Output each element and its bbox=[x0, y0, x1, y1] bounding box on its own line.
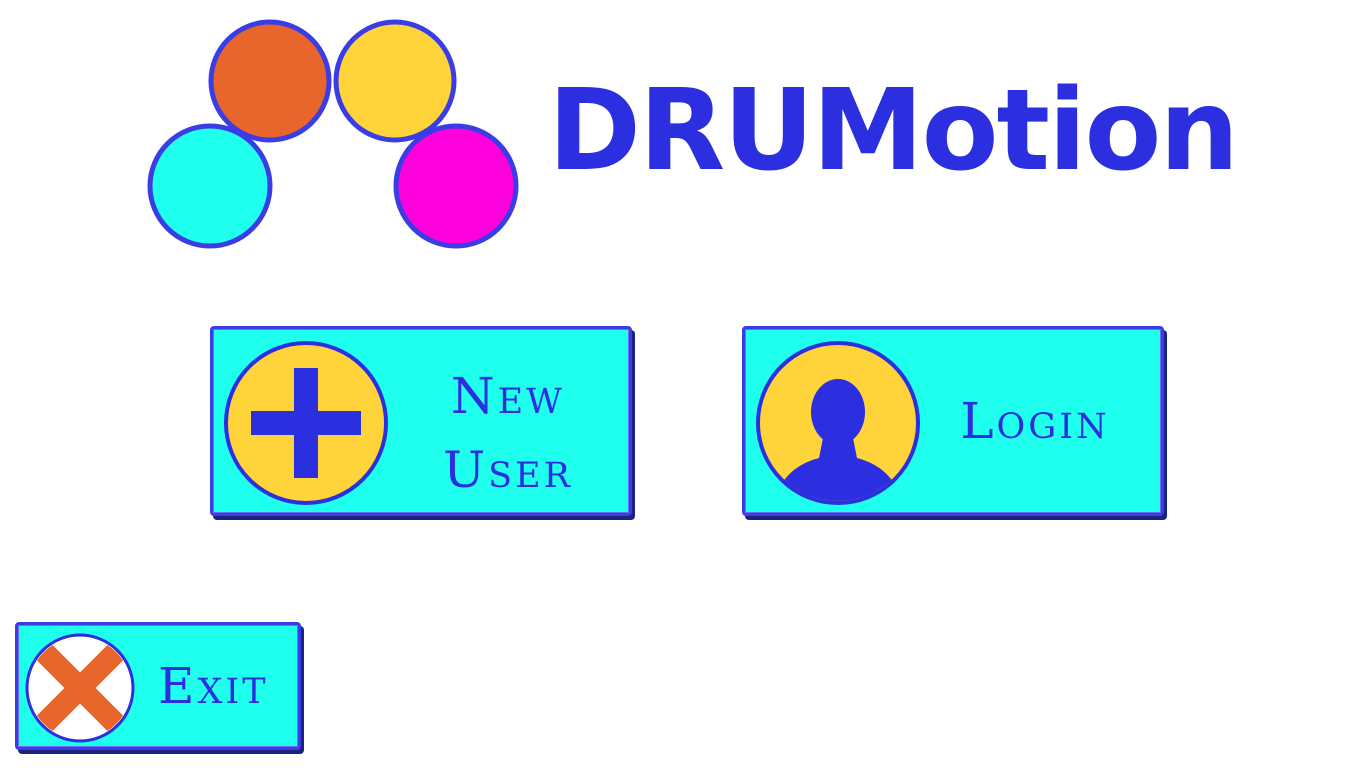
logo-icon bbox=[147, 19, 519, 249]
exit-button[interactable]: Exit bbox=[15, 622, 301, 750]
app-title: DRUMotion bbox=[548, 66, 1239, 196]
login-label: Login bbox=[960, 392, 1110, 450]
plus-icon bbox=[224, 341, 388, 505]
user-icon bbox=[756, 341, 920, 505]
login-button[interactable]: Login bbox=[742, 326, 1164, 516]
close-icon bbox=[25, 633, 135, 743]
new-user-label: New User bbox=[423, 359, 593, 507]
logo-circle-cyan bbox=[147, 123, 273, 249]
exit-label: Exit bbox=[158, 657, 269, 715]
new-user-label-line1: New bbox=[450, 367, 566, 425]
logo-circle-orange bbox=[208, 19, 332, 143]
logo-circle-magenta bbox=[393, 123, 519, 249]
new-user-button[interactable]: New User bbox=[210, 326, 632, 516]
new-user-label-line2: User bbox=[442, 441, 574, 499]
logo-circle-yellow bbox=[333, 19, 457, 143]
